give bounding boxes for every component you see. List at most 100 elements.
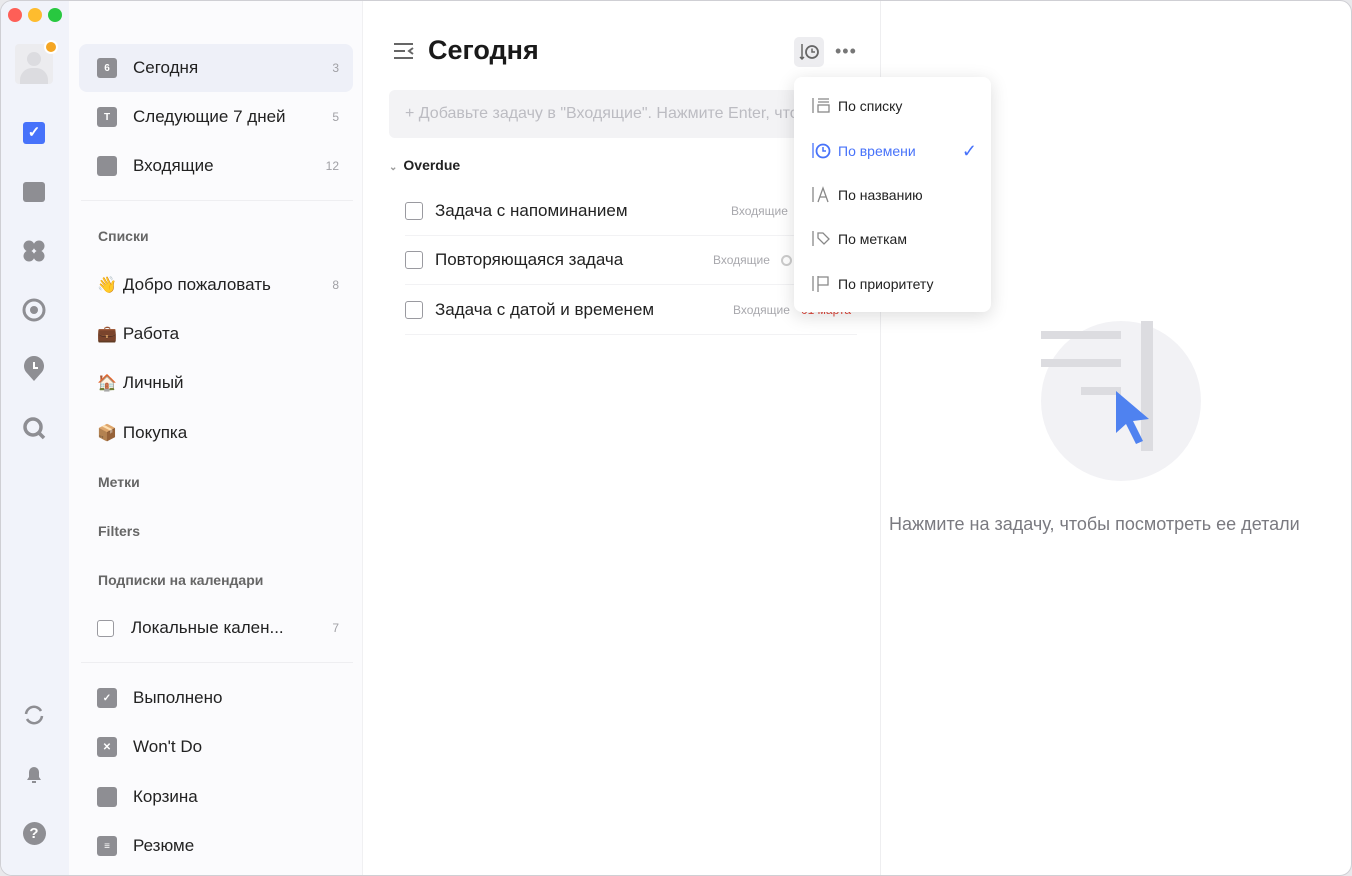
count: 8	[332, 278, 339, 292]
inbox-icon	[97, 156, 117, 176]
sort-button[interactable]	[794, 37, 824, 67]
tasks-icon[interactable]: ✓	[22, 121, 46, 145]
house-emoji-icon: 🏠	[97, 375, 117, 392]
matrix-icon[interactable]	[22, 239, 46, 263]
menu-item-label: По времени	[838, 143, 916, 159]
tags-header[interactable]: Метки	[98, 474, 140, 490]
count: 5	[332, 110, 339, 124]
menu-item-label: По приоритету	[838, 276, 934, 292]
sync-icon[interactable]	[22, 703, 46, 727]
toggle-sidebar-icon[interactable]	[393, 42, 415, 65]
sort-tag-icon	[812, 231, 830, 246]
rss-calendar-icon	[97, 619, 114, 637]
empty-state-illustration	[1041, 321, 1201, 481]
briefcase-emoji-icon: 💼	[97, 326, 117, 343]
sidebar-item-label: Сегодня	[133, 58, 199, 77]
filters-header[interactable]: Filters	[98, 523, 140, 539]
sidebar-item-wont-do[interactable]: ✕ Won't Do	[79, 723, 353, 771]
search-icon[interactable]	[22, 416, 46, 440]
count: 12	[325, 159, 339, 173]
sort-time-icon	[812, 143, 831, 159]
divider	[81, 200, 353, 201]
sidebar-item-label: Личный	[122, 373, 184, 392]
task-checkbox[interactable]	[405, 251, 423, 269]
sort-by-time-item[interactable]: По времени ✓	[794, 129, 991, 173]
x-icon: ✕	[97, 737, 117, 757]
count: 7	[332, 621, 339, 635]
task-title: Задача с напоминанием	[435, 201, 628, 220]
minimize-window-button[interactable]	[28, 8, 42, 22]
summary-icon: ≡	[97, 836, 117, 856]
package-emoji-icon: 📦	[97, 425, 117, 442]
close-window-button[interactable]	[8, 8, 22, 22]
sort-title-icon	[812, 186, 829, 203]
task-title: Задача с датой и временем	[435, 300, 655, 319]
lists-header[interactable]: Списки	[98, 228, 149, 244]
zoom-window-button[interactable]	[48, 8, 62, 22]
sort-list-icon	[812, 98, 830, 113]
help-icon[interactable]: ?	[22, 821, 46, 845]
sidebar: 6 Сегодня 3 T Следующие 7 дней 5 Входящие 12 …	[69, 1, 363, 875]
wave-emoji-icon: 👋	[97, 277, 117, 294]
sidebar-item-list[interactable]: 👋 Добро пожаловать 8	[79, 261, 353, 309]
trash-icon	[97, 787, 117, 807]
more-options-icon[interactable]: •••	[835, 41, 857, 62]
page-title: Сегодня	[428, 35, 539, 65]
sidebar-item-trash[interactable]: Корзина	[79, 773, 353, 821]
sidebar-item-today[interactable]: 6 Сегодня 3	[79, 44, 353, 92]
empty-detail-hint: Нажмите на задачу, чтобы посмотреть ее д…	[889, 514, 1300, 534]
sidebar-item-label: Работа	[122, 324, 180, 343]
task-row[interactable]: Задача с датой и временемВходящие01 март…	[405, 286, 857, 335]
nav-rail: ✓ ?	[1, 1, 69, 875]
checkmark-icon: ✓	[961, 140, 977, 161]
sidebar-item-list[interactable]: 🏠 Личный	[79, 359, 353, 407]
sort-by-time-icon	[799, 44, 819, 61]
crown-badge-icon	[44, 40, 58, 54]
sidebar-item-label: Локальные кален...	[131, 618, 284, 637]
task-list-name: Входящие	[713, 253, 770, 267]
sidebar-item-label: Добро пожаловать	[122, 275, 271, 294]
subscriptions-header[interactable]: Подписки на календари	[98, 572, 263, 588]
sidebar-item-label: Выполнено	[133, 688, 223, 707]
sidebar-item-summary[interactable]: ≡ Резюме	[79, 822, 353, 870]
sidebar-item-label: Won't Do	[133, 737, 203, 756]
divider	[81, 662, 353, 663]
overdue-section-header[interactable]: ⌄ Overdue	[389, 157, 460, 173]
sort-menu: По списку По времени ✓ По названию По мет…	[794, 77, 991, 312]
check-icon: ✓	[97, 688, 117, 708]
sidebar-item-list[interactable]: 📦 Покупка	[79, 409, 353, 457]
calendar-icon[interactable]	[22, 180, 46, 204]
sidebar-item-completed[interactable]: ✓ Выполнено	[79, 674, 353, 722]
task-checkbox[interactable]	[405, 301, 423, 319]
sidebar-item-calendar-subscription[interactable]: Локальные кален... 7	[79, 604, 353, 652]
repeat-icon	[781, 254, 792, 266]
sidebar-item-inbox[interactable]: Входящие 12	[79, 142, 353, 190]
sort-by-tag-item[interactable]: По меткам	[794, 217, 991, 261]
task-row[interactable]: Повторяющаяся задача Входящие	[405, 236, 857, 285]
task-title: Повторяющаяся задача	[435, 250, 624, 269]
sidebar-item-label: Корзина	[133, 787, 198, 806]
sort-by-title-item[interactable]: По названию	[794, 173, 991, 217]
habit-icon[interactable]	[22, 298, 46, 322]
task-checkbox[interactable]	[405, 202, 423, 220]
add-task-input[interactable]: + Добавьте задачу в "Входящие". Нажмите …	[389, 90, 859, 138]
task-list-name: Входящие	[731, 204, 788, 218]
sort-priority-icon	[812, 276, 829, 292]
sidebar-item-label: Следующие 7 дней	[133, 107, 286, 126]
sidebar-item-label: Покупка	[122, 423, 188, 442]
sort-by-priority-item[interactable]: По приоритету	[794, 262, 991, 306]
task-list-name: Входящие	[733, 303, 790, 317]
sidebar-item-list[interactable]: 💼 Работа	[79, 310, 353, 358]
sidebar-item-next-7-days[interactable]: T Следующие 7 дней 5	[79, 93, 353, 141]
sort-by-list-item[interactable]: По списку	[794, 84, 991, 128]
calendar-week-icon: T	[97, 107, 117, 127]
sidebar-item-label: Входящие	[133, 156, 214, 175]
bell-icon[interactable]	[22, 762, 46, 786]
chevron-down-icon: ⌄	[389, 162, 398, 173]
menu-item-label: По названию	[838, 187, 923, 203]
menu-item-label: По меткам	[838, 231, 907, 247]
add-task-placeholder: + Добавьте задачу в "Входящие". Нажмите …	[405, 105, 859, 122]
task-row[interactable]: Задача с напоминанием Входящие	[405, 187, 857, 236]
section-title: Overdue	[403, 157, 461, 173]
pomodoro-icon[interactable]	[22, 356, 46, 381]
